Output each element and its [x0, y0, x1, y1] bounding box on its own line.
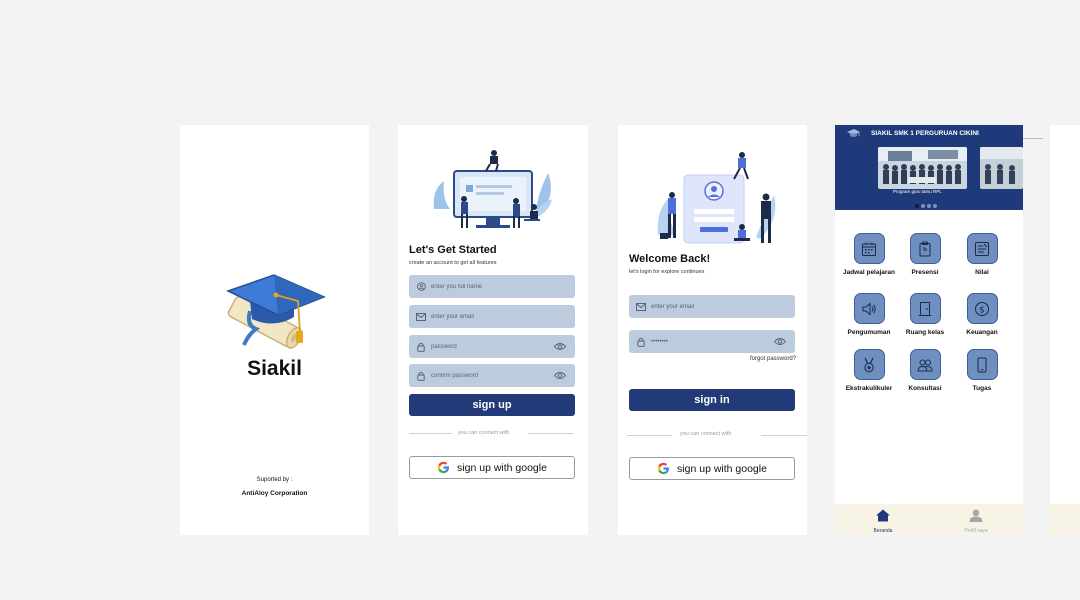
nav-profile[interactable]: Profil saya: [946, 509, 1006, 534]
google-signup-button[interactable]: sign up with google: [409, 456, 575, 479]
menu-label: Ekstrakulikuler: [845, 385, 893, 392]
forgot-password-link[interactable]: forgot password?: [750, 356, 796, 362]
door-icon: [909, 293, 941, 324]
clipboard-icon: [909, 233, 941, 264]
dashboard-screen: SIAKIL SMK 1 PERGURUAN CIKINI Program gu…: [835, 125, 1023, 535]
dollar-icon: $: [966, 293, 998, 324]
eye-icon[interactable]: [774, 337, 786, 346]
carousel-dot[interactable]: [927, 204, 931, 208]
menu-label: Jadwal pelajaran: [842, 269, 896, 276]
menu-pengumuman[interactable]: Pengumuman: [839, 293, 899, 336]
carousel-dot[interactable]: [915, 204, 919, 208]
nav-home[interactable]: Beranda: [853, 509, 913, 534]
next-screen-bottom-nav: [1050, 504, 1080, 535]
google-signup-label: sign up with google: [457, 461, 547, 474]
google-signin-label: sign up with google: [677, 462, 767, 475]
mail-icon: [416, 312, 426, 322]
splash-screen: Siakil Suported by : AntiAloy Corporatio…: [180, 125, 369, 535]
report-icon: [966, 233, 998, 264]
lock-icon: [416, 342, 426, 352]
banner-image-next[interactable]: [980, 147, 1023, 189]
menu-keuangan[interactable]: $ Keuangan: [952, 293, 1012, 336]
menu-label: Nilai: [975, 269, 989, 276]
fullname-field[interactable]: [409, 275, 575, 298]
email-field[interactable]: [409, 305, 575, 328]
google-icon: [437, 461, 450, 474]
menu-label: Pengumuman: [847, 329, 891, 336]
fullname-input[interactable]: [431, 283, 541, 290]
calendar-icon: [853, 233, 885, 264]
email-input[interactable]: [431, 313, 541, 320]
signup-subtitle: create an account to get all features: [409, 260, 497, 266]
dashboard-header: SIAKIL SMK 1 PERGURUAN CIKINI Program gu…: [835, 125, 1023, 210]
banner-caption: Program guru tamu RPL: [893, 189, 942, 194]
google-signin-button[interactable]: sign up with google: [629, 457, 795, 480]
people-icon: [909, 349, 941, 380]
banner-image[interactable]: [878, 147, 967, 189]
google-icon: [657, 462, 670, 475]
nav-profile-label: Profil saya: [964, 528, 988, 534]
password-input[interactable]: [431, 343, 541, 350]
menu-label: Ruang kelas: [905, 329, 945, 336]
menu-tugas[interactable]: Tugas: [952, 349, 1012, 392]
artboard-guide-line: [1023, 138, 1043, 139]
login-screen: Welcome Back! let's login for explore co…: [618, 125, 807, 535]
menu-label: Presensi: [911, 269, 939, 276]
dashboard-title: SIAKIL SMK 1 PERGURUAN CIKINI: [871, 130, 979, 137]
next-screen-edge: [1050, 125, 1080, 535]
nav-home-label: Beranda: [873, 528, 893, 534]
menu-ruang-kelas[interactable]: Ruang kelas: [895, 293, 955, 336]
login-title: Welcome Back!: [629, 253, 711, 265]
divider-line: [761, 435, 807, 436]
divider-line: [627, 435, 672, 436]
carousel-dots[interactable]: [915, 204, 937, 208]
mail-icon: [636, 302, 646, 312]
supported-by-label: Suported by :: [256, 477, 293, 483]
confirm-password-input[interactable]: [431, 372, 541, 379]
login-email-input[interactable]: [651, 303, 761, 310]
eye-icon[interactable]: [554, 371, 566, 380]
bottom-nav: Beranda Profil saya: [835, 504, 1023, 535]
menu-label: Konsultasi: [908, 385, 942, 392]
divider-line: [409, 433, 452, 434]
app-title: Siakil: [247, 357, 302, 380]
login-password-field[interactable]: [629, 330, 795, 353]
password-field[interactable]: [409, 335, 575, 358]
confirm-password-field[interactable]: [409, 364, 575, 387]
menu-label: Keuangan: [966, 329, 998, 336]
divider-line: [528, 433, 573, 434]
login-illustration: [657, 152, 776, 244]
signup-title: Let's Get Started: [409, 244, 497, 256]
carousel-dot[interactable]: [921, 204, 925, 208]
lock-icon: [636, 337, 646, 347]
signin-button[interactable]: sign in: [629, 389, 795, 411]
menu-jadwal-pelajaran[interactable]: Jadwal pelajaran: [839, 233, 899, 276]
signup-illustration: [433, 150, 552, 228]
medal-icon: [853, 349, 885, 380]
divider-text: you can connect with: [680, 431, 732, 437]
profile-icon: [969, 509, 983, 522]
menu-presensi[interactable]: Presensi: [895, 233, 955, 276]
svg-text:$: $: [979, 305, 985, 315]
graduation-cap-logo: [226, 274, 326, 349]
phone-icon: [966, 349, 998, 380]
menu-label: Tugas: [972, 385, 992, 392]
login-email-field[interactable]: [629, 295, 795, 318]
menu-nilai[interactable]: Nilai: [952, 233, 1012, 276]
login-password-input[interactable]: [651, 338, 761, 345]
signup-button[interactable]: sign up: [409, 394, 575, 416]
corporation-name: AntiAloy Corporation: [241, 490, 308, 497]
menu-konsultasi[interactable]: Konsultasi: [895, 349, 955, 392]
lock-icon: [416, 371, 426, 381]
menu-ekstrakulikuler[interactable]: Ekstrakulikuler: [839, 349, 899, 392]
signup-screen: Let's Get Started create an account to g…: [398, 125, 588, 535]
speaker-icon: [853, 293, 885, 324]
carousel-dot[interactable]: [933, 204, 937, 208]
graduation-cap-icon: [847, 129, 860, 137]
eye-icon[interactable]: [554, 342, 566, 351]
home-icon: [876, 509, 890, 522]
divider-text: you can connect with: [458, 430, 510, 436]
login-subtitle: let's login for explore continues: [629, 269, 705, 275]
user-icon: [416, 282, 426, 292]
